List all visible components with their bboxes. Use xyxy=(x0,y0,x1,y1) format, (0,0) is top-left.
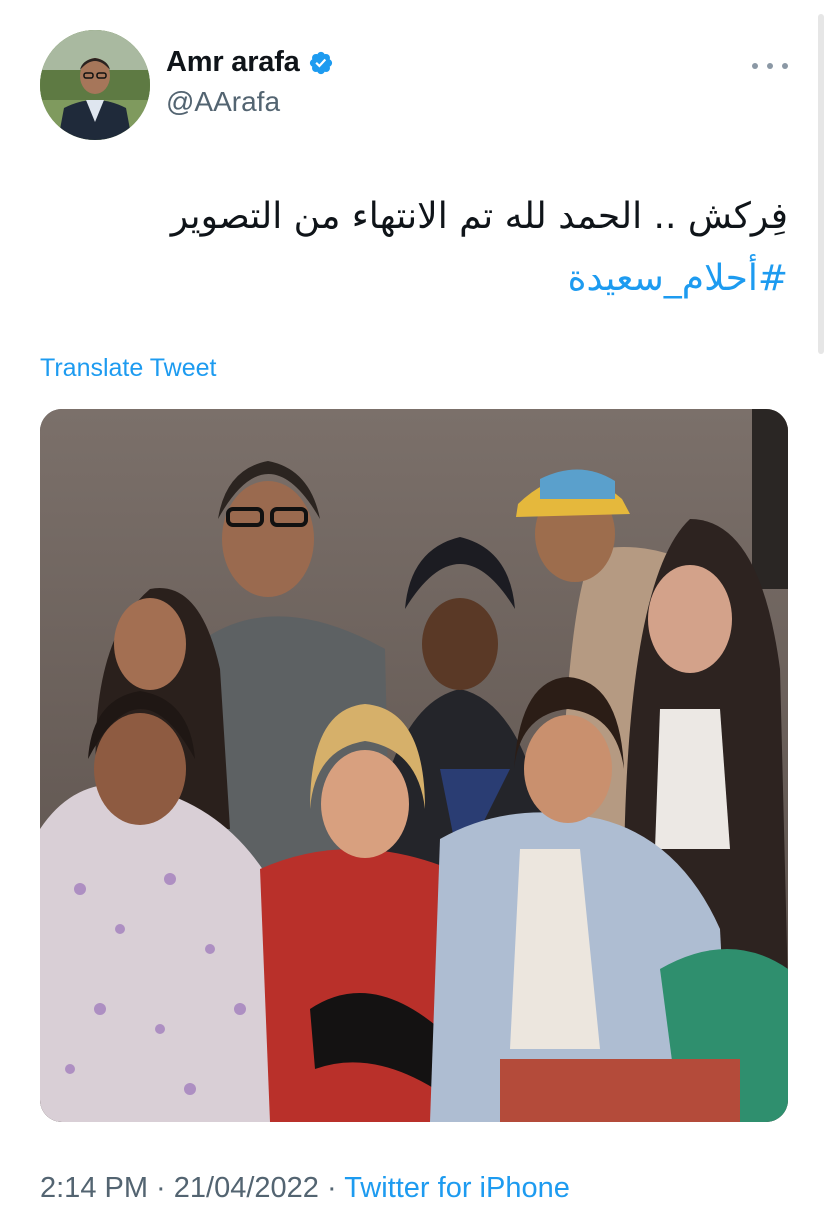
hashtag-link[interactable]: #أحلام_سعيدة xyxy=(40,248,788,310)
tweet-photo[interactable] xyxy=(40,409,788,1122)
tweet-date[interactable]: 21/04/2022 xyxy=(174,1172,319,1204)
author-name-row[interactable]: Amr arafa xyxy=(166,46,334,79)
translate-tweet-link[interactable]: Translate Tweet xyxy=(40,354,216,383)
tweet-text: فِركش .. الحمد لله تم الانتهاء من التصوي… xyxy=(40,186,788,310)
scrollbar[interactable] xyxy=(818,14,824,354)
verified-badge-icon xyxy=(308,50,334,76)
meta-separator: · xyxy=(148,1172,174,1204)
author-handle[interactable]: @AArafa xyxy=(166,86,280,118)
more-horizontal-icon[interactable] xyxy=(752,54,788,78)
tweet-time[interactable]: 2:14 PM xyxy=(40,1172,148,1204)
author-display-name[interactable]: Amr arafa xyxy=(166,46,300,79)
tweet-source-link[interactable]: Twitter for iPhone xyxy=(344,1172,570,1204)
avatar[interactable] xyxy=(40,30,150,140)
tweet-body-text: فِركش .. الحمد لله تم الانتهاء من التصوي… xyxy=(170,196,788,237)
tweet-card: Amr arafa @AArafa فِركش .. الحمد لله تم … xyxy=(0,0,828,1217)
meta-separator-2: · xyxy=(318,1172,345,1204)
tweet-meta: 2:14 PM · 21/04/2022 · Twitter for iPhon… xyxy=(40,1172,570,1205)
